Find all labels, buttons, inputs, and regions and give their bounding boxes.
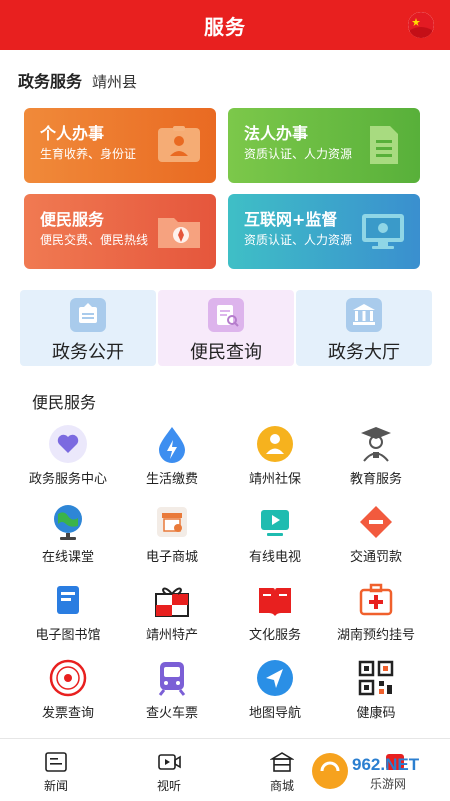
- grid-item-invoice-query[interactable]: 发票查询: [12, 658, 124, 728]
- card-personal-affairs[interactable]: 个人办事 生育收养、身份证: [24, 108, 216, 183]
- card-title: 便民服务: [40, 210, 105, 229]
- monitor-icon: [362, 214, 404, 249]
- grid-item-culture-service[interactable]: 文化服务: [219, 580, 331, 650]
- navigation-icon: [257, 660, 293, 696]
- graduate-icon: [361, 427, 391, 462]
- grid-item-e-library[interactable]: 电子图书馆: [12, 580, 124, 650]
- grid-item-label: 在线课堂: [41, 550, 94, 565]
- grid-item-social-security[interactable]: 靖州社保: [219, 424, 331, 494]
- grid-item-map-navigation[interactable]: 地图导航: [219, 658, 331, 728]
- grid-item-label: 文化服务: [248, 628, 301, 643]
- shop-icon: [157, 507, 187, 537]
- quick-convenience-query[interactable]: 便民查询: [158, 290, 294, 366]
- grid-item-label: 电子图书馆: [35, 628, 101, 643]
- video-icon: [158, 754, 181, 770]
- hall-icon: [346, 298, 382, 332]
- china-flag-icon[interactable]: [408, 12, 434, 38]
- grid-item-cable-tv[interactable]: 有线电视: [219, 502, 331, 572]
- grid-item-label: 健康码: [356, 706, 396, 721]
- tab-label: 视听: [156, 779, 181, 793]
- search-doc-icon: [208, 298, 244, 332]
- medical-case-icon: [359, 583, 393, 616]
- section-header: 政务服务 靖州县: [18, 68, 137, 92]
- grid-item-label: 发票查询: [41, 706, 94, 721]
- quick-government-hall[interactable]: 政务大厅: [296, 290, 432, 366]
- quick-label: 便民查询: [190, 342, 262, 363]
- grid-item-local-specialty[interactable]: 靖州特产: [116, 580, 228, 650]
- card-subtitle: 资质认证、人力资源: [244, 233, 353, 247]
- globe-icon: [54, 505, 82, 540]
- grid-item-label: 电子商城: [145, 550, 198, 565]
- section-title: 政务服务: [18, 72, 83, 91]
- card-legal-affairs[interactable]: 法人办事 资质认证、人力资源: [228, 108, 420, 183]
- card-subtitle: 便民交费、便民热线: [40, 233, 149, 247]
- document-icon: [370, 126, 398, 164]
- folder-compass-icon: [158, 218, 200, 248]
- grid-item-e-mall[interactable]: 电子商城: [116, 502, 228, 572]
- card-subtitle: 资质认证、人力资源: [244, 147, 353, 161]
- tv-play-icon: [261, 510, 289, 536]
- grid-item-label: 有线电视: [248, 550, 301, 565]
- watermark-brand: 962.NET: [352, 755, 420, 774]
- seal-icon: [49, 659, 87, 697]
- store-icon: [270, 752, 294, 772]
- grid-item-traffic-fine[interactable]: 交通罚款: [320, 502, 432, 572]
- grid-item-online-class[interactable]: 在线课堂: [12, 502, 124, 572]
- card-title: 个人办事: [40, 124, 105, 143]
- tab-video[interactable]: 视听: [113, 739, 225, 801]
- tab-label: 新闻: [43, 779, 68, 793]
- card-title: 互联网+监督: [244, 210, 338, 229]
- location-label[interactable]: 靖州县: [92, 71, 137, 92]
- grid-item-service-center[interactable]: 政务服务中心: [12, 424, 124, 494]
- no-entry-icon: [360, 506, 392, 538]
- ebook-icon: [57, 586, 79, 614]
- quick-label: 政务公开: [52, 342, 124, 363]
- grid-item-label: 生活缴费: [145, 472, 198, 487]
- open-book-icon: [259, 588, 291, 616]
- quick-government-disclosure[interactable]: 政务公开: [20, 290, 156, 366]
- tab-news[interactable]: 新闻: [0, 739, 112, 801]
- social-security-icon: [257, 426, 293, 462]
- news-icon: [45, 752, 67, 772]
- gift-icon: [155, 587, 189, 617]
- page-title: 服务: [204, 14, 246, 39]
- card-internet-supervision[interactable]: 互联网+监督 资质认证、人力资源: [228, 194, 420, 269]
- heart-chat-icon: [49, 425, 87, 463]
- grid-item-health-code[interactable]: 健康码: [320, 658, 432, 728]
- grid-item-label: 教育服务: [349, 472, 402, 487]
- water-drop-icon: [159, 427, 185, 463]
- grid-item-utility-payment[interactable]: 生活缴费: [116, 424, 228, 494]
- app-header: 服务: [0, 0, 450, 50]
- grid-item-hospital-booking[interactable]: 湖南预约挂号: [320, 580, 432, 650]
- qr-code-icon: [358, 660, 394, 696]
- train-icon: [158, 662, 186, 696]
- grid-item-label: 交通罚款: [349, 550, 402, 565]
- grid-item-label: 靖州社保: [248, 472, 301, 487]
- bulletin-icon: [70, 298, 106, 332]
- watermark-logo: 962.NET 乐游网: [308, 748, 444, 794]
- card-title: 法人办事: [244, 124, 309, 143]
- grid-item-label: 查火车票: [145, 706, 198, 721]
- grid-item-train-ticket[interactable]: 查火车票: [116, 658, 228, 728]
- grid-item-education[interactable]: 教育服务: [320, 424, 432, 494]
- card-subtitle: 生育收养、身份证: [40, 147, 137, 161]
- grid-item-label: 地图导航: [248, 706, 301, 721]
- card-convenience-service[interactable]: 便民服务 便民交费、便民热线: [24, 194, 216, 269]
- quick-label: 政务大厅: [328, 342, 400, 363]
- grid-section-title: 便民服务: [32, 393, 97, 412]
- watermark-sub: 乐游网: [370, 777, 406, 791]
- grid-item-label: 靖州特产: [145, 628, 198, 643]
- id-card-icon: [158, 126, 200, 162]
- grid-item-label: 政务服务中心: [28, 472, 107, 487]
- grid-item-label: 湖南预约挂号: [336, 628, 415, 643]
